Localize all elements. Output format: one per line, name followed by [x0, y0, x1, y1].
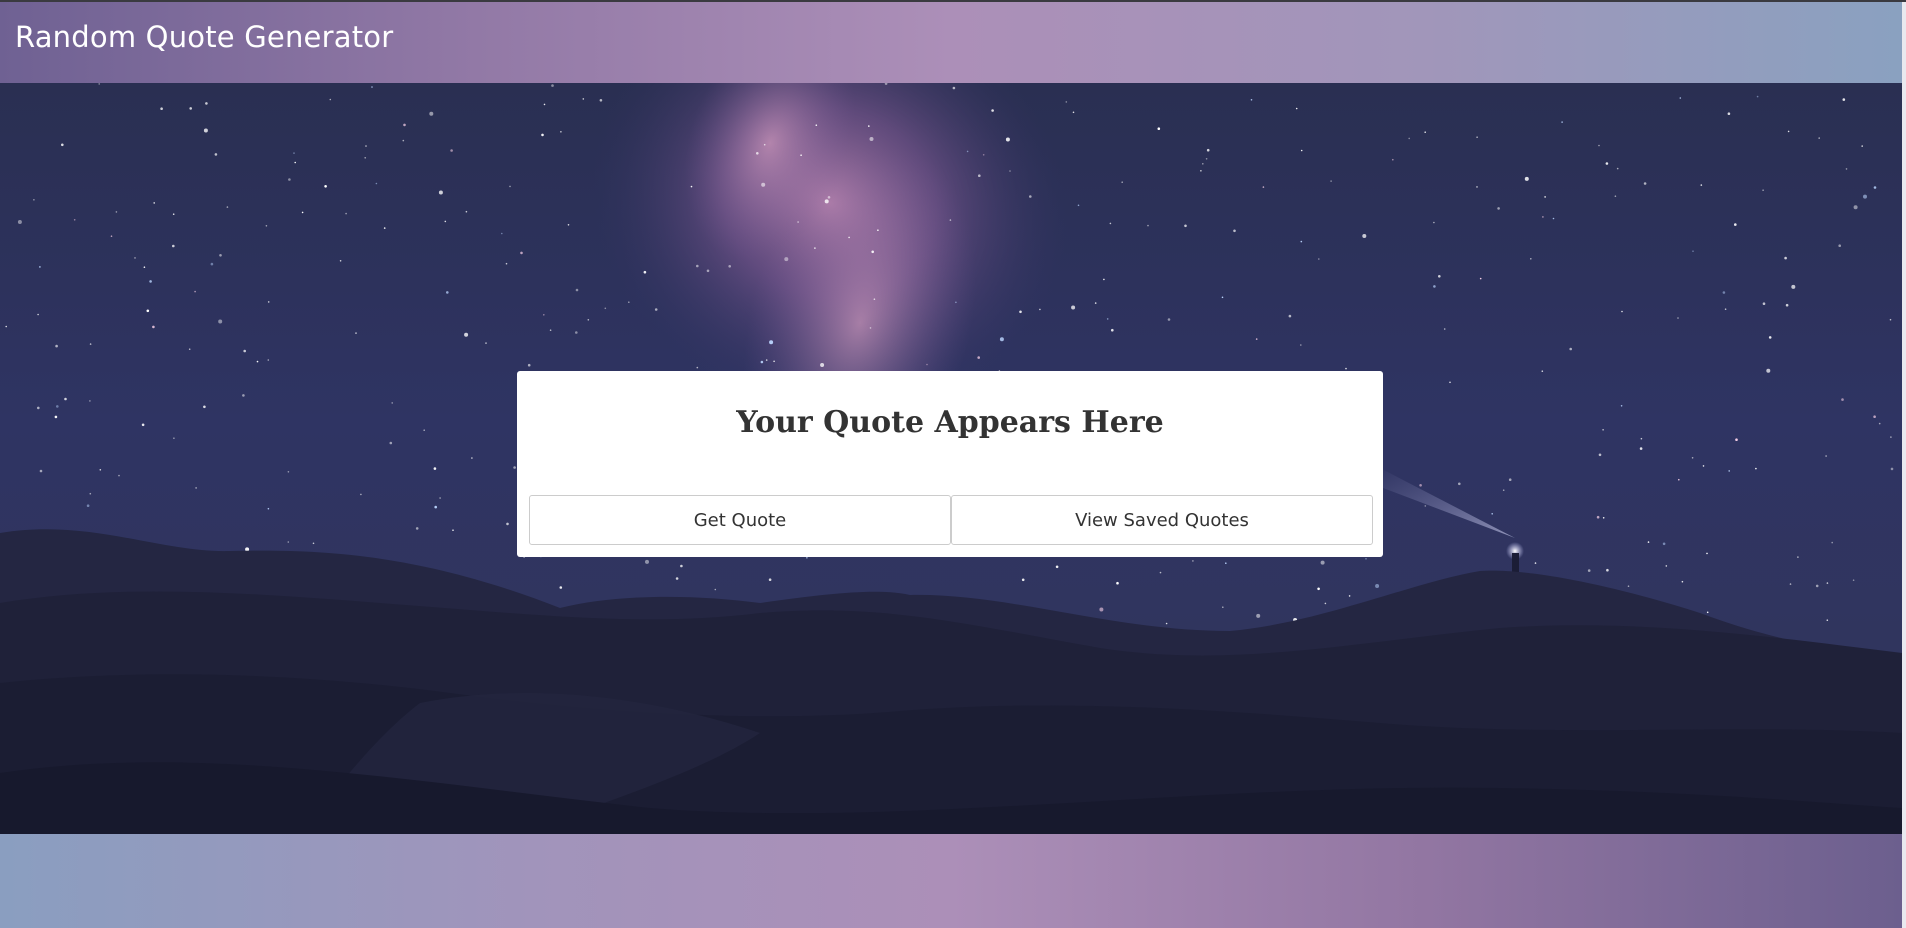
view-saved-quotes-button[interactable]: View Saved Quotes — [951, 495, 1373, 545]
footer-band — [0, 834, 1902, 928]
app-title: Random Quote Generator — [15, 20, 394, 54]
quote-text: Your Quote Appears Here — [736, 405, 1164, 440]
page: Random Quote Generator Your Quote Appear… — [0, 0, 1906, 928]
get-quote-button[interactable]: Get Quote — [529, 495, 951, 545]
quote-card: Your Quote Appears Here Get Quote View S… — [517, 371, 1383, 557]
window-right-edge — [1902, 2, 1906, 928]
header-bar: Random Quote Generator — [0, 2, 1902, 83]
